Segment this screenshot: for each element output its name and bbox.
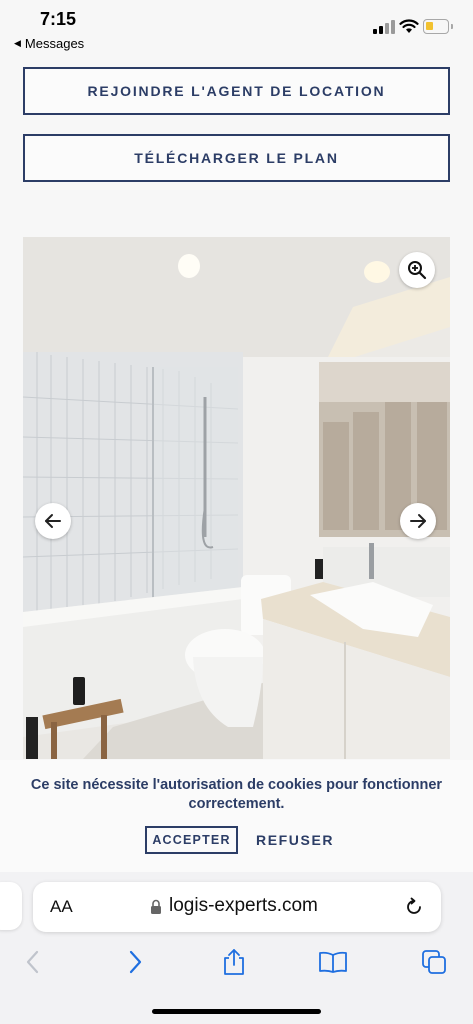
browser-bar: AA logis-experts.com (0, 872, 473, 1024)
share-button[interactable] (218, 946, 250, 978)
status-bar: 7:15 ◀ Messages (0, 0, 473, 56)
text-size-label: AA (50, 897, 73, 916)
signal-icon (373, 20, 395, 34)
next-image-button[interactable] (400, 503, 436, 539)
browser-back-button[interactable] (17, 946, 49, 978)
previous-image-button[interactable] (35, 503, 71, 539)
arrow-left-icon (45, 514, 61, 528)
back-to-app-link[interactable]: ◀ Messages (14, 36, 84, 51)
tabs-icon (422, 950, 446, 974)
zoom-button[interactable] (399, 252, 435, 288)
download-plan-button[interactable]: TÉLÉCHARGER LE PLAN (23, 134, 450, 182)
tabs-button[interactable] (418, 946, 450, 978)
url-text: logis-experts.com (169, 895, 318, 916)
back-icon (26, 950, 39, 974)
share-icon (224, 949, 244, 975)
cookie-message: Ce site nécessite l'autorisation de cook… (30, 777, 443, 812)
bathroom-illustration (23, 237, 450, 759)
browser-toolbar (0, 946, 473, 986)
arrow-right-icon (410, 514, 426, 528)
bookmarks-button[interactable] (317, 946, 349, 978)
accept-cookies-button[interactable]: ACCEPTER (145, 826, 238, 854)
refuse-cookies-button[interactable]: REFUSER (256, 832, 334, 848)
bookmarks-icon (319, 951, 347, 973)
zoom-in-icon (408, 261, 427, 280)
contact-agent-button[interactable]: REJOINDRE L'AGENT DE LOCATION (23, 67, 450, 115)
back-triangle-icon: ◀ (14, 38, 21, 48)
previous-tab-preview[interactable] (0, 882, 22, 930)
back-app-label: Messages (24, 36, 85, 51)
battery-icon (423, 19, 453, 34)
browser-forward-button[interactable] (119, 946, 151, 978)
address-bar[interactable]: AA logis-experts.com (33, 882, 441, 932)
wifi-icon (399, 19, 419, 33)
clock: 7:15 (40, 9, 77, 29)
reload-icon[interactable] (404, 897, 424, 917)
cookie-banner: Ce site nécessite l'autorisation de cook… (0, 760, 473, 872)
lock-icon (151, 899, 161, 914)
bathroom-photo[interactable] (23, 237, 450, 759)
home-indicator (152, 1009, 321, 1014)
forward-icon (129, 950, 142, 974)
text-size-button[interactable]: AA (50, 897, 73, 917)
